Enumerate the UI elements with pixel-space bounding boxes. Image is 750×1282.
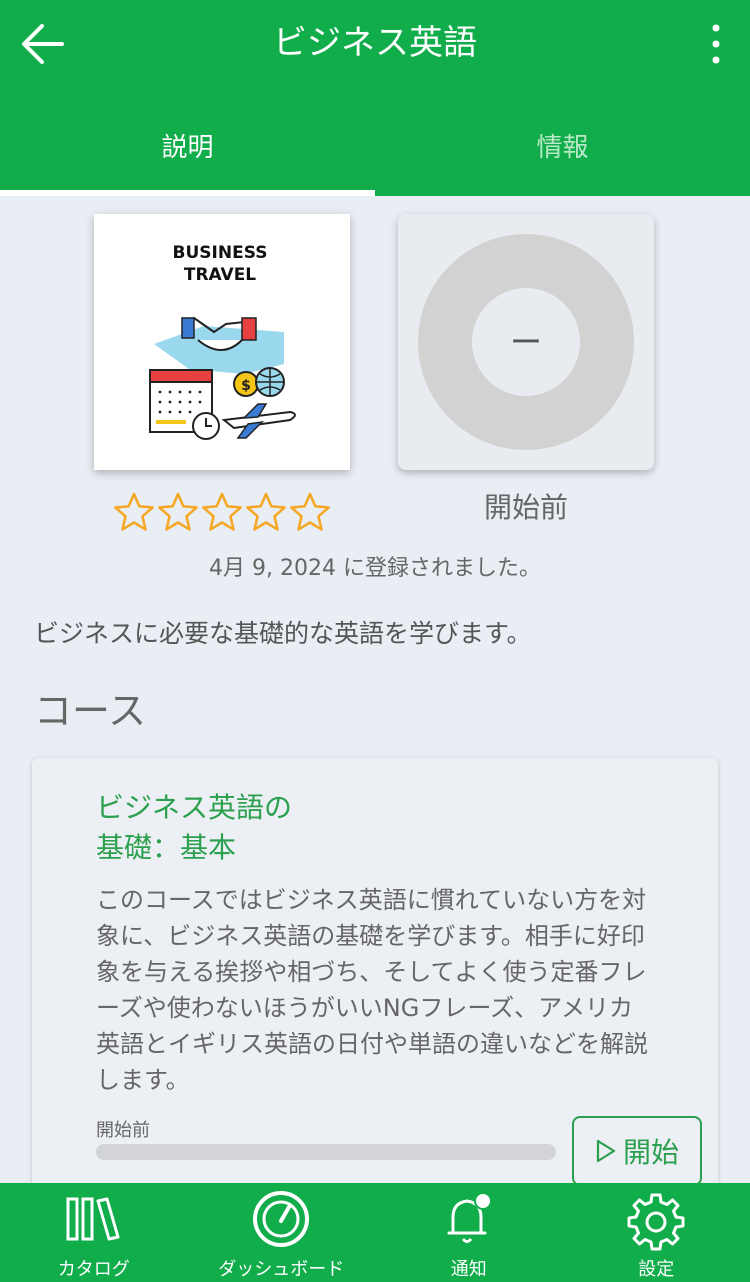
business-travel-illustration: BUSINESS TRAVEL $: [149, 243, 296, 440]
more-vertical-icon[interactable]: [706, 22, 726, 66]
nav-settings[interactable]: 設定: [563, 1183, 750, 1282]
tab-info[interactable]: 情報: [375, 100, 750, 196]
star-outline-icon[interactable]: [244, 490, 288, 534]
progress-chart: ー: [398, 214, 654, 470]
start-button[interactable]: 開始: [572, 1116, 702, 1186]
progress-center-text: ー: [472, 288, 580, 396]
dashboard-gauge-icon: [253, 1191, 310, 1247]
course-description: ビジネスに必要な基礎的な英語を学びます。: [34, 619, 532, 648]
tab-indicator: [0, 190, 375, 196]
course-progress-bar: [96, 1144, 556, 1160]
cover-text-line2: TRAVEL: [184, 265, 256, 285]
course-card-body: このコースではビジネス英語に慣れていない方を対象に、ビジネス英語の基礎を学びます…: [96, 886, 648, 1094]
nav-catalog[interactable]: カタログ: [0, 1183, 188, 1282]
star-outline-icon[interactable]: [112, 490, 156, 534]
nav-label: ダッシュボード: [218, 1259, 345, 1280]
nav-label: 設定: [638, 1259, 675, 1280]
star-outline-icon[interactable]: [156, 490, 200, 534]
course-card[interactable]: ビジネス英語の 基礎：基本 このコースではビジネス英語に慣れていない方を対象に、…: [32, 758, 718, 1218]
nav-notifications[interactable]: 通知: [375, 1183, 563, 1282]
tab-label: 説明: [161, 133, 214, 163]
bell-icon: [447, 1192, 492, 1243]
start-button-label: 開始: [622, 1136, 679, 1169]
star-outline-icon[interactable]: [288, 490, 332, 534]
nav-label: カタログ: [57, 1259, 130, 1280]
tab-description[interactable]: 説明: [0, 100, 375, 196]
svg-text:$: $: [241, 378, 251, 394]
notification-dot: [473, 1192, 492, 1210]
cover-text-line1: BUSINESS: [173, 243, 268, 263]
star-outline-icon[interactable]: [200, 490, 244, 534]
gear-icon: [627, 1193, 685, 1251]
section-title-courses: コース: [34, 689, 147, 733]
page-title: ビジネス英語: [273, 23, 477, 63]
nav-label: 通知: [450, 1259, 487, 1280]
course-card-status: 開始前: [96, 1120, 150, 1141]
progress-status-label: 開始前: [483, 491, 568, 524]
rating-stars[interactable]: [112, 490, 332, 534]
nav-dashboard[interactable]: ダッシュボード: [188, 1183, 376, 1282]
bottom-navigation: カタログ ダッシュボード 通知 設定: [0, 1183, 750, 1282]
app-bar: ビジネス英語 説明 情報: [0, 0, 750, 196]
tab-bar: 説明 情報: [0, 100, 750, 196]
tab-label: 情報: [536, 133, 589, 163]
registered-date: 4月 9, 2024 に登録されました。: [209, 556, 541, 581]
course-card-title[interactable]: ビジネス英語の 基礎：基本: [96, 788, 396, 868]
course-cover-image: BUSINESS TRAVEL $: [94, 214, 350, 470]
play-outline-icon: [596, 1139, 616, 1163]
books-icon: [66, 1197, 120, 1241]
